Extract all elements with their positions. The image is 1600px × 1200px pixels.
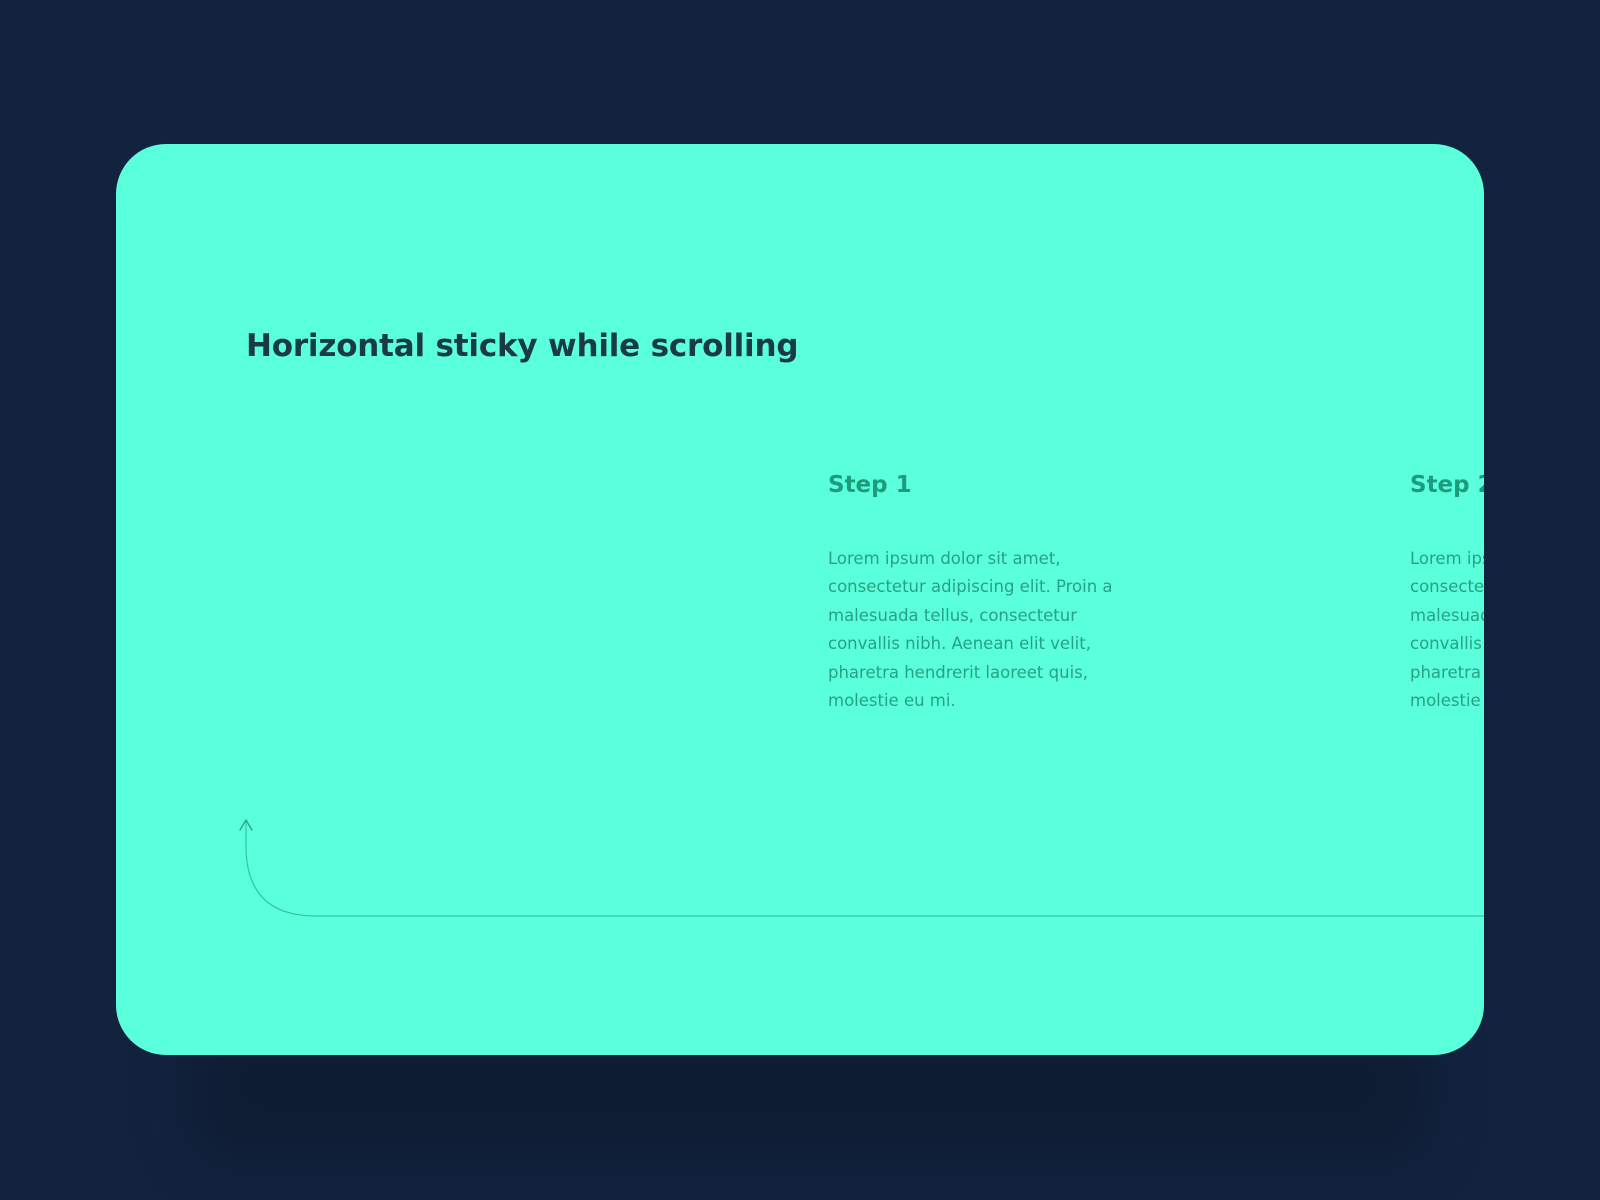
sticky-section-card[interactable]: Horizontal sticky while scrolling Step 1… bbox=[116, 144, 1484, 1055]
step-item-2: Step 2 Lorem ipsum dolor sit amet, conse… bbox=[1410, 471, 1484, 716]
up-arrow-icon bbox=[239, 819, 253, 831]
page-title: Horizontal sticky while scrolling bbox=[246, 328, 799, 364]
step-title: Step 2 bbox=[1410, 472, 1484, 498]
progress-curve bbox=[245, 820, 1484, 917]
step-item-1: Step 1 Lorem ipsum dolor sit amet, conse… bbox=[828, 471, 1128, 716]
step-title: Step 1 bbox=[828, 472, 912, 498]
step-description: Lorem ipsum dolor sit amet, consectetur … bbox=[1410, 548, 1484, 711]
scroll-progress-line bbox=[239, 819, 1484, 917]
step-description: Lorem ipsum dolor sit amet, consectetur … bbox=[828, 548, 1113, 711]
